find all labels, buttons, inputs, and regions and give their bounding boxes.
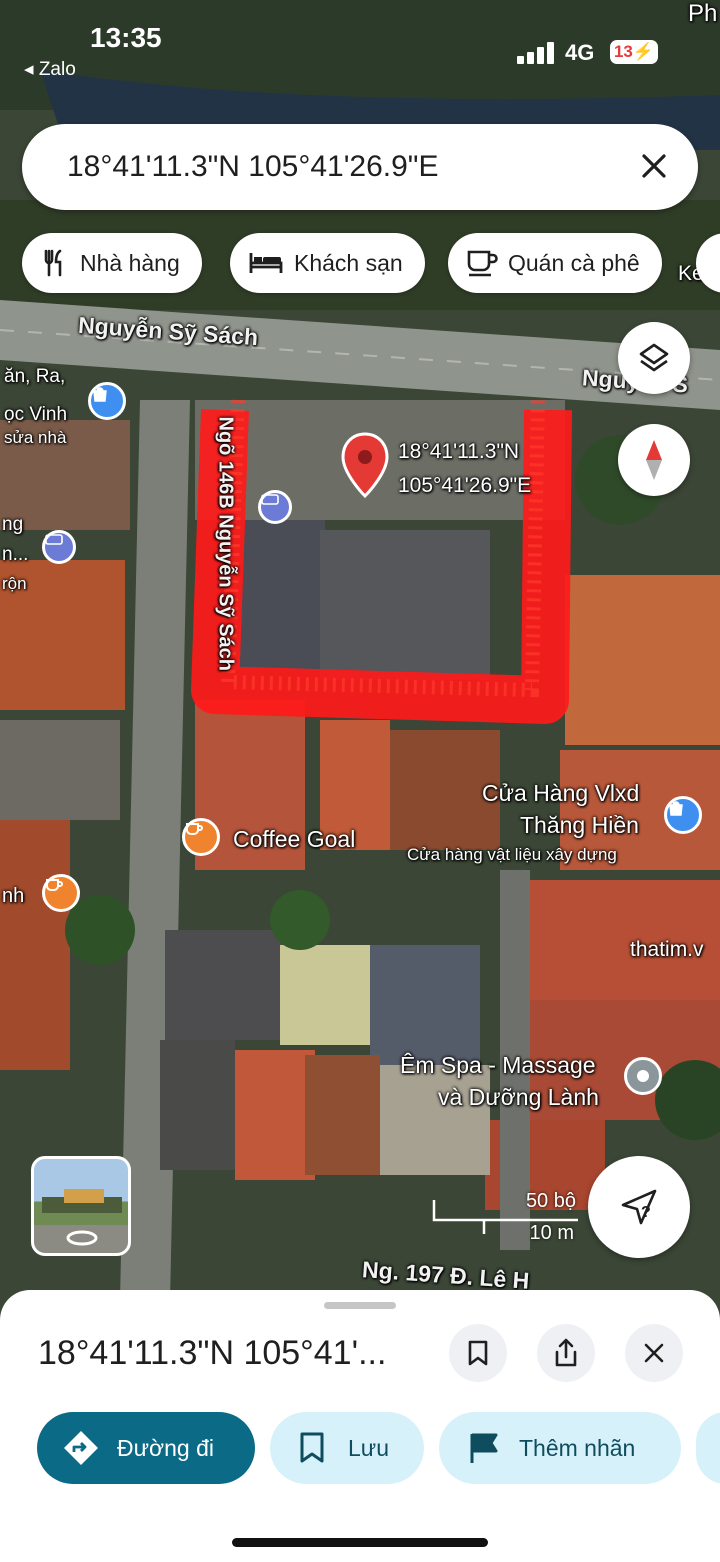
chip-label: Khách sạn [294,249,403,276]
hotel-bed-icon [249,253,283,273]
signal-icon [517,42,557,64]
charging-battery-icon: 13⚡ [610,40,658,64]
search-bar[interactable]: 18°41'11.3"N 105°41'26.9"E [22,124,698,210]
restaurant-icon [44,249,62,277]
place-title: 18°41'11.3"N 105°41'... [38,1334,387,1372]
map-label-left-6: rộn [2,574,27,593]
poi-label-coffee-goal[interactable]: Coffee Goal [233,826,355,853]
street-label-alley: Ngõ 146B Nguyễn Sỹ Sách [214,416,237,672]
share-button[interactable] [537,1324,595,1382]
my-location-button[interactable]: ? [588,1156,690,1258]
save-action-button[interactable]: Lưu [270,1412,424,1484]
back-to-app[interactable]: ◂ Zalo [24,58,76,81]
map-label-left-4: ng [2,514,24,535]
pin-label-lat: 18°41'11.3"N [398,440,520,463]
map-label-left-2: ọc Vinh [4,404,68,425]
shopping-bag-icon[interactable] [88,382,126,420]
map-label-left-3: sửa nhà [4,428,67,447]
save-label: Lưu [348,1434,389,1461]
bookmark-icon [468,1340,488,1366]
close-icon[interactable] [636,148,672,184]
svg-text:?: ? [641,1204,651,1221]
home-indicator[interactable] [232,1538,488,1547]
chip-restaurants[interactable]: Nhà hàng [22,233,202,293]
flag-icon [470,1433,498,1463]
layers-icon [639,343,669,372]
compass-button[interactable] [618,424,690,496]
save-button[interactable] [449,1324,507,1382]
street-view-thumbnail[interactable] [31,1156,131,1256]
close-icon [644,1343,664,1363]
directions-button[interactable]: Đường đi [37,1412,255,1484]
map-label-left-1: ăn, Ra, [4,366,66,387]
directions-label: Đường đi [117,1434,214,1461]
search-query[interactable]: 18°41'11.3"N 105°41'26.9"E [67,150,438,184]
my-location-unknown-icon: ? [621,1189,657,1225]
hotel-icon[interactable] [42,530,76,564]
battery-level: 13 [613,42,633,61]
chip-hotels[interactable]: Khách sạn [230,233,425,293]
close-sheet-button[interactable] [625,1324,683,1382]
poi-subtitle-vlxd: Cửa hàng vật liệu xây dựng [407,845,617,864]
poi-label-vlxd[interactable]: Cửa Hàng Vlxd [482,780,639,807]
chip-cafes[interactable]: Quán cà phê [448,233,662,293]
add-label-label: Thêm nhãn [519,1434,636,1461]
status-time: 13:35 [90,22,162,53]
drag-handle[interactable] [324,1302,396,1309]
hotel-icon[interactable] [258,490,292,524]
map-label-thatim: thatim.v [630,938,704,961]
dropped-pin-icon[interactable] [340,432,390,498]
scale-metric: 10 m [529,1222,574,1244]
coffee-cup-icon[interactable] [182,818,220,856]
chip-label: Nhà hàng [80,249,180,276]
place-pin-icon[interactable] [624,1057,662,1095]
poi-label-spa[interactable]: Êm Spa - Massage [400,1052,596,1079]
network-type: 4G [565,40,595,65]
shopping-bag-icon[interactable] [664,796,702,834]
chip-label: Quán cà phê [508,249,640,276]
map-label-left-5: n... [2,544,29,565]
map-label-left-7: nh [2,885,25,907]
poi-label-vlxd-2[interactable]: Thăng Hiền [520,812,639,839]
share-icon [555,1338,577,1367]
add-label-button[interactable]: Thêm nhãn [439,1412,681,1484]
poi-label-spa-2[interactable]: và Dưỡng Lành [438,1084,599,1111]
street-view-rotate-icon [66,1230,98,1246]
coffee-cup-icon [467,250,498,277]
directions-icon [64,1431,98,1465]
map-scale: 50 bộ 10 m [432,1190,582,1250]
pin-label-lng: 105°41'26.9"E [398,474,532,497]
compass-icon [646,440,662,480]
bookmark-icon [300,1432,324,1463]
status-bar: 13:35 ◂ Zalo 4G 13⚡ [0,0,720,90]
layers-button[interactable] [618,322,690,394]
coffee-cup-icon[interactable] [42,874,80,912]
